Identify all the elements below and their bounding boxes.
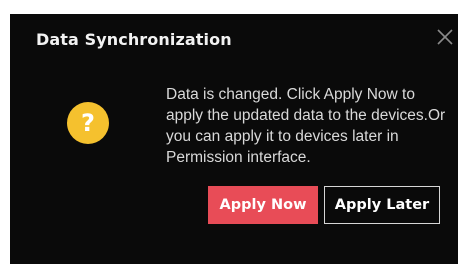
close-icon[interactable] [434,26,456,48]
data-synchronization-dialog: Data Synchronization ? Data is changed. … [10,14,458,264]
apply-now-button[interactable]: Apply Now [208,186,318,224]
dialog-title: Data Synchronization [36,30,232,49]
apply-later-button[interactable]: Apply Later [324,186,440,224]
question-icon: ? [67,102,109,144]
dialog-message: Data is changed. Click Apply Now to appl… [166,86,446,166]
